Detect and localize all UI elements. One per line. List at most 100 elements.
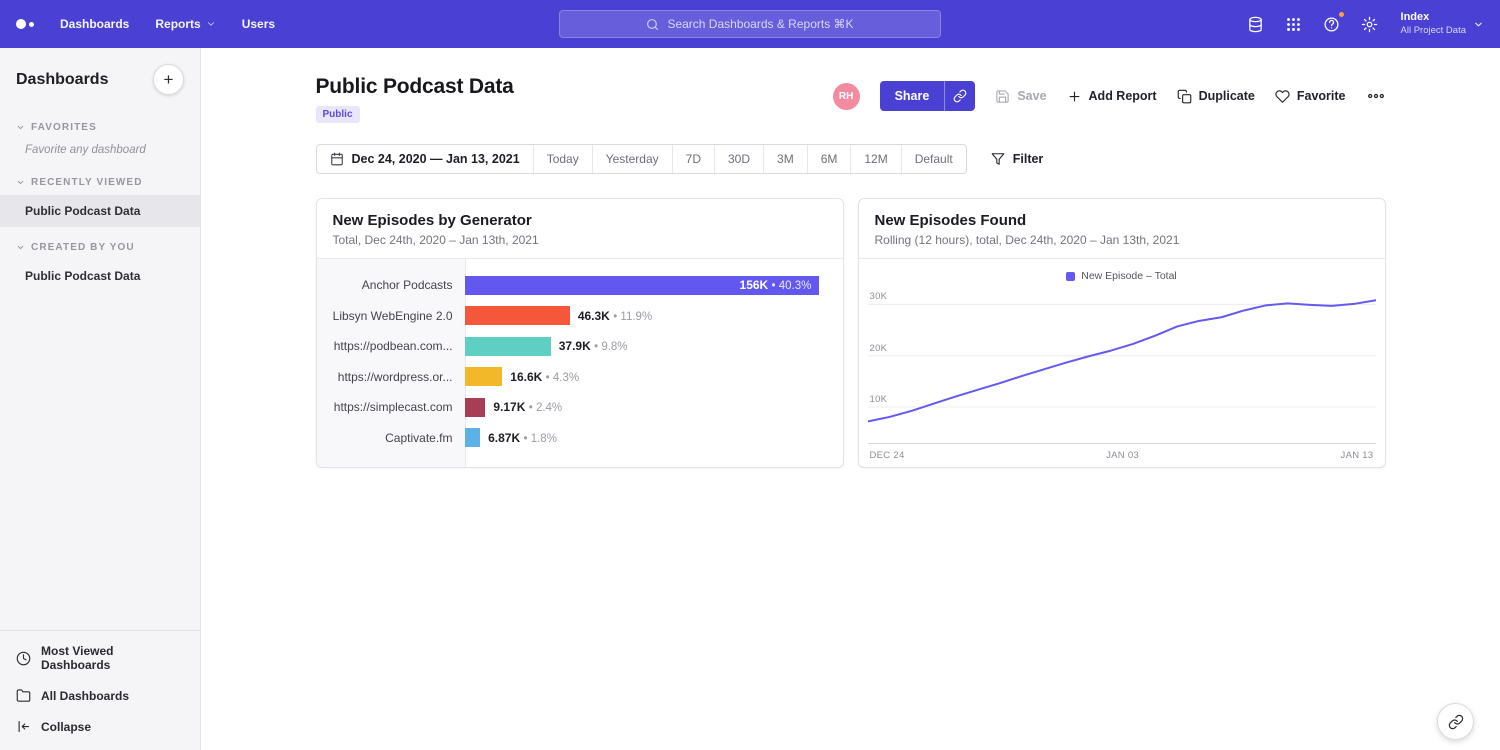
x-axis-tick: DEC 24	[870, 450, 905, 461]
preset-yesterday[interactable]: Yesterday	[592, 145, 672, 173]
share-button[interactable]: Share	[880, 81, 945, 111]
apps-button[interactable]	[1279, 9, 1309, 39]
bar[interactable]	[465, 428, 481, 447]
help-icon	[1323, 16, 1340, 33]
preset-today[interactable]: Today	[533, 145, 592, 173]
bar-row[interactable]: https://simplecast.com9.17K • 2.4%	[317, 392, 829, 423]
save-label: Save	[1017, 89, 1046, 103]
date-range-control: Dec 24, 2020 — Jan 13, 2021 Today Yester…	[316, 144, 967, 174]
most-viewed-dashboards[interactable]: Most Viewed Dashboards	[0, 636, 200, 680]
logo-dot	[16, 19, 26, 29]
nav-label: Users	[242, 17, 275, 31]
share-link-fab[interactable]	[1437, 703, 1474, 740]
bar-row[interactable]: Libsyn WebEngine 2.0 46.3K • 11.9%	[317, 301, 829, 332]
chevron-down-icon	[206, 19, 216, 29]
bar-row[interactable]: https://podbean.com...37.9K • 9.8%	[317, 331, 829, 362]
collapse-sidebar[interactable]: Collapse	[0, 711, 200, 742]
bar-chart: Anchor Podcasts156K • 40.3%Libsyn WebEng…	[317, 259, 843, 467]
bar-track: 46.3K • 11.9%	[465, 306, 829, 325]
section-label: CREATED BY YOU	[31, 242, 135, 253]
favorite-button[interactable]: Favorite	[1275, 89, 1346, 104]
nav-label: Reports	[155, 17, 200, 31]
nav-label: Dashboards	[60, 17, 129, 31]
copy-link-button[interactable]	[944, 81, 975, 111]
bar-category-label: https://wordpress.or...	[317, 370, 465, 384]
bar[interactable]: 156K • 40.3%	[465, 276, 820, 295]
duplicate-button[interactable]: Duplicate	[1177, 89, 1255, 104]
amplitude-logo[interactable]	[16, 19, 34, 29]
notification-dot	[1338, 11, 1345, 18]
bar-row[interactable]: Anchor Podcasts156K • 40.3%	[317, 270, 829, 301]
collapse-icon	[16, 719, 31, 734]
bar-category-label: Captivate.fm	[317, 431, 465, 445]
legend-label: New Episode – Total	[1081, 270, 1177, 282]
date-range-button[interactable]: Dec 24, 2020 — Jan 13, 2021	[317, 145, 533, 173]
preset-7d[interactable]: 7D	[672, 145, 714, 173]
project-picker[interactable]: Index All Project Data	[1401, 11, 1484, 37]
preset-3m[interactable]: 3M	[763, 145, 807, 173]
search-input[interactable]: Search Dashboards & Reports ⌘K	[559, 10, 941, 38]
bar-category-label: Anchor Podcasts	[317, 278, 465, 292]
line-chart-card: New Episodes Found Rolling (12 hours), t…	[858, 198, 1386, 468]
bar-track: 6.87K • 1.8%	[465, 428, 829, 447]
apps-grid-icon	[1285, 16, 1302, 33]
favorites-empty-text: Favorite any dashboard	[0, 140, 200, 162]
avatar[interactable]: RH	[833, 83, 860, 110]
bar[interactable]	[465, 306, 570, 325]
preset-default[interactable]: Default	[901, 145, 966, 173]
chart-subtitle: Rolling (12 hours), total, Dec 24th, 202…	[875, 233, 1369, 247]
save-icon	[995, 89, 1010, 104]
nav-dashboards[interactable]: Dashboards	[60, 17, 129, 31]
data-button[interactable]	[1241, 9, 1271, 39]
sidebar-item-public-podcast-data[interactable]: Public Podcast Data	[0, 260, 200, 292]
settings-button[interactable]	[1355, 9, 1385, 39]
sidebar-item-public-podcast-data[interactable]: Public Podcast Data	[0, 195, 200, 227]
funnel-icon	[991, 152, 1005, 166]
nav-reports[interactable]: Reports	[155, 17, 215, 31]
section-favorites[interactable]: FAVORITES	[0, 115, 200, 140]
new-dashboard-button[interactable]: +	[153, 64, 184, 95]
database-icon	[1247, 16, 1264, 33]
filter-button[interactable]: Filter	[991, 152, 1044, 166]
bar-row[interactable]: Captivate.fm 6.87K • 1.8%	[317, 423, 829, 454]
all-dashboards[interactable]: All Dashboards	[0, 680, 200, 711]
x-axis-labels: DEC 24JAN 03JAN 13	[868, 444, 1376, 461]
bar-category-label: https://podbean.com...	[317, 339, 465, 353]
preset-12m[interactable]: 12M	[850, 145, 900, 173]
bar-value-label: 6.87K • 1.8%	[488, 431, 557, 445]
project-scope: All Project Data	[1401, 25, 1466, 37]
footer-label: Most Viewed Dashboards	[41, 644, 184, 672]
footer-label: All Dashboards	[41, 689, 129, 703]
chart-title: New Episodes by Generator	[333, 212, 827, 229]
bar[interactable]	[465, 337, 551, 356]
ellipsis-icon	[1366, 86, 1386, 106]
bar-value-label: 9.17K • 2.4%	[493, 400, 562, 414]
bar-track: 16.6K • 4.3%	[465, 367, 829, 386]
bar-row[interactable]: https://wordpress.or...16.6K • 4.3%	[317, 362, 829, 393]
x-axis-tick: JAN 13	[1341, 450, 1374, 461]
bar-value-label: 46.3K • 11.9%	[578, 309, 652, 323]
plus-icon	[1067, 89, 1082, 104]
page-title: Public Podcast Data	[316, 75, 514, 99]
save-button[interactable]: Save	[995, 89, 1046, 104]
help-button[interactable]	[1317, 9, 1347, 39]
nav-users[interactable]: Users	[242, 17, 275, 31]
section-recently-viewed[interactable]: RECENTLY VIEWED	[0, 170, 200, 195]
link-icon	[953, 89, 967, 103]
bar[interactable]	[465, 398, 486, 417]
chart-legend: New Episode – Total	[868, 266, 1376, 286]
bar[interactable]	[465, 367, 503, 386]
legend-swatch	[1066, 272, 1075, 281]
search-icon	[646, 18, 659, 31]
add-report-button[interactable]: Add Report	[1067, 89, 1157, 104]
preset-6m[interactable]: 6M	[807, 145, 851, 173]
chart-subtitle: Total, Dec 24th, 2020 – Jan 13th, 2021	[333, 233, 827, 247]
more-options-button[interactable]	[1366, 86, 1386, 106]
top-nav: Dashboards Reports Users Search Dashboar…	[0, 0, 1500, 48]
bar-track: 37.9K • 9.8%	[465, 337, 829, 356]
bar-track: 156K • 40.3%	[465, 276, 829, 295]
bar-category-label: Libsyn WebEngine 2.0	[317, 309, 465, 323]
section-created-by-you[interactable]: CREATED BY YOU	[0, 235, 200, 260]
section-label: RECENTLY VIEWED	[31, 177, 143, 188]
preset-30d[interactable]: 30D	[714, 145, 763, 173]
